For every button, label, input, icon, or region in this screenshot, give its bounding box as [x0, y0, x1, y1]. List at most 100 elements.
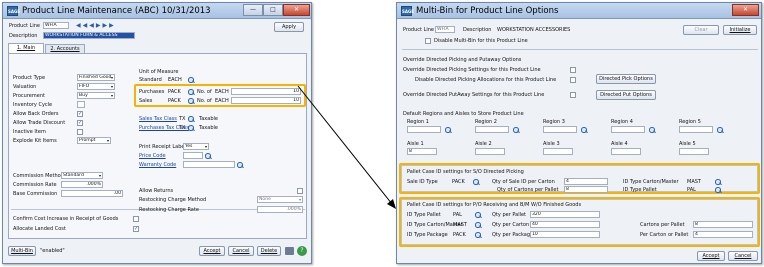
- override-put-checkbox[interactable]: [570, 92, 576, 98]
- connector-arrow: [297, 85, 396, 209]
- id-carton-master-value: MAST: [687, 179, 701, 185]
- product-line-field[interactable]: WFIA: [435, 26, 455, 33]
- close-icon[interactable]: ✕: [283, 4, 310, 16]
- disable-pick-checkbox[interactable]: [570, 77, 576, 83]
- sales-lookup-icon[interactable]: [188, 98, 194, 104]
- aisle-1-field[interactable]: 8: [407, 148, 437, 155]
- procurement-select[interactable]: Buy: [77, 92, 115, 99]
- title-bar[interactable]: SAGE Product Line Maintenance (ABC) 10/3…: [3, 3, 311, 19]
- sales-tax-class-link[interactable]: Sales Tax Class: [139, 116, 177, 122]
- po-id-pallet-lookup-icon[interactable]: [475, 212, 481, 218]
- print-receipt-select[interactable]: Yes: [183, 143, 209, 150]
- clear-button[interactable]: Clear: [683, 25, 719, 35]
- region-2-field[interactable]: [475, 126, 509, 133]
- warranty-code-lookup-icon[interactable]: [237, 162, 243, 168]
- allow-trade-discount-checkbox[interactable]: ✓: [77, 120, 83, 126]
- cancel-button[interactable]: Cancel: [228, 246, 254, 256]
- standard-value: EACH: [168, 77, 182, 83]
- tab-main[interactable]: 1. Main: [8, 43, 44, 53]
- region-3-field[interactable]: [543, 126, 577, 133]
- qty-cartons-field[interactable]: 8: [564, 186, 608, 193]
- sales-tax-lookup-icon[interactable]: [188, 116, 194, 122]
- directed-put-options-button[interactable]: Directed Put Options: [596, 90, 656, 100]
- initialize-button[interactable]: Initialize: [723, 25, 757, 35]
- aisle-5-field[interactable]: [679, 148, 709, 155]
- confirm-cost-checkbox[interactable]: [133, 216, 139, 222]
- app-icon: SAGE: [401, 6, 414, 16]
- region-1-lookup-icon[interactable]: [445, 127, 451, 133]
- close-icon[interactable]: ✕: [732, 4, 759, 16]
- allow-back-orders-checkbox[interactable]: ✓: [77, 111, 83, 117]
- qty-sale-id-field[interactable]: 4: [564, 178, 608, 185]
- sale-id-type-lookup-icon[interactable]: [473, 179, 479, 185]
- sales-qty-field[interactable]: 10: [231, 97, 301, 104]
- tab-accounts[interactable]: 2. Accounts: [45, 44, 85, 53]
- maximize-icon[interactable]: □: [263, 4, 283, 16]
- per-carton-pallet-field[interactable]: 4: [693, 231, 753, 238]
- region-5-label: Region 5: [679, 119, 701, 125]
- purchases-qty-field[interactable]: 10: [231, 88, 301, 95]
- purchases-label: Purchases: [139, 89, 165, 95]
- id-pallet-lookup-icon[interactable]: [715, 187, 721, 193]
- inventory-cycle-label: Inventory Cycle: [13, 102, 53, 108]
- purchases-tax-lookup-icon[interactable]: [188, 125, 194, 131]
- aisle-4-field[interactable]: [611, 148, 641, 155]
- warranty-code-field[interactable]: [183, 161, 235, 168]
- region-5-field[interactable]: [679, 126, 713, 133]
- cancel-button[interactable]: Cancel: [728, 251, 758, 261]
- standard-lookup-icon[interactable]: [188, 77, 194, 83]
- explode-kit-select[interactable]: Prompt: [77, 137, 111, 144]
- restocking-method-label: Restocking Charge Method: [139, 197, 207, 203]
- delete-button[interactable]: Delete: [257, 246, 281, 256]
- accept-button[interactable]: Accept: [199, 246, 225, 256]
- region-4-field[interactable]: [611, 126, 645, 133]
- base-commission-field[interactable]: .00: [61, 190, 123, 197]
- description-field[interactable]: WORKSTATION FURN & ACCESS: [43, 32, 135, 39]
- aisle-2-field[interactable]: [475, 148, 505, 155]
- commission-rate-label: Commission Rate: [13, 182, 57, 188]
- purchases-lookup-icon[interactable]: [188, 89, 194, 95]
- apply-button[interactable]: Apply: [274, 22, 304, 32]
- accept-button[interactable]: Accept: [697, 251, 725, 261]
- qty-per-pallet-field[interactable]: 320: [530, 211, 600, 218]
- region-2-lookup-icon[interactable]: [513, 127, 519, 133]
- cartons-per-pallet-field[interactable]: 8: [693, 221, 753, 228]
- printer-icon[interactable]: [285, 247, 294, 255]
- region-3-label: Region 3: [543, 119, 565, 125]
- product-type-select[interactable]: Finished Good: [77, 74, 115, 81]
- warranty-code-link[interactable]: Warranty Code: [139, 162, 176, 168]
- region-1-field[interactable]: [407, 126, 441, 133]
- price-code-lookup-icon[interactable]: [205, 153, 211, 159]
- title-bar[interactable]: SAGE Multi-Bin for Product Line Options …: [397, 3, 761, 19]
- directed-pick-options-button[interactable]: Directed Pick Options: [596, 74, 656, 84]
- qty-per-carton-field[interactable]: 40: [530, 221, 600, 228]
- record-navigation[interactable]: ◀◀◀▶▶▶: [76, 22, 116, 29]
- commission-method-select[interactable]: Standard: [61, 172, 103, 179]
- override-pick-checkbox[interactable]: [570, 67, 576, 73]
- minimize-icon[interactable]: —: [243, 4, 263, 16]
- disable-multibin-checkbox[interactable]: [425, 38, 431, 44]
- inactive-item-checkbox[interactable]: [77, 129, 83, 135]
- inventory-cycle-field[interactable]: [77, 101, 85, 108]
- po-id-carton-lookup-icon[interactable]: [475, 222, 481, 228]
- id-carton-master-lookup-icon[interactable]: [715, 179, 721, 185]
- allocate-landed-checkbox[interactable]: ✓: [133, 226, 139, 232]
- multibin-button[interactable]: Multi-Bin: [8, 246, 36, 256]
- sale-id-type-value: PACK: [452, 179, 465, 185]
- product-line-field[interactable]: WFIA: [43, 22, 69, 29]
- region-3-lookup-icon[interactable]: [581, 127, 587, 133]
- qty-per-package-field[interactable]: 10: [530, 231, 600, 238]
- valuation-select[interactable]: FIFO: [77, 83, 115, 90]
- commission-rate-field[interactable]: .000%: [61, 181, 103, 188]
- region-5-lookup-icon[interactable]: [717, 127, 723, 133]
- help-icon[interactable]: ?: [297, 246, 307, 256]
- price-code-link[interactable]: Price Code: [139, 153, 166, 159]
- aisle-5-label: Aisle 5: [679, 141, 696, 147]
- po-id-package-lookup-icon[interactable]: [475, 232, 481, 238]
- region-4-lookup-icon[interactable]: [649, 127, 655, 133]
- allow-trade-discount-label: Allow Trade Discount: [13, 120, 66, 126]
- aisle-3-field[interactable]: [543, 148, 573, 155]
- po-id-pallet-label: ID Type Pallet: [407, 212, 441, 218]
- sales-taxable-label: Taxable: [199, 116, 218, 122]
- price-code-field[interactable]: [183, 152, 203, 159]
